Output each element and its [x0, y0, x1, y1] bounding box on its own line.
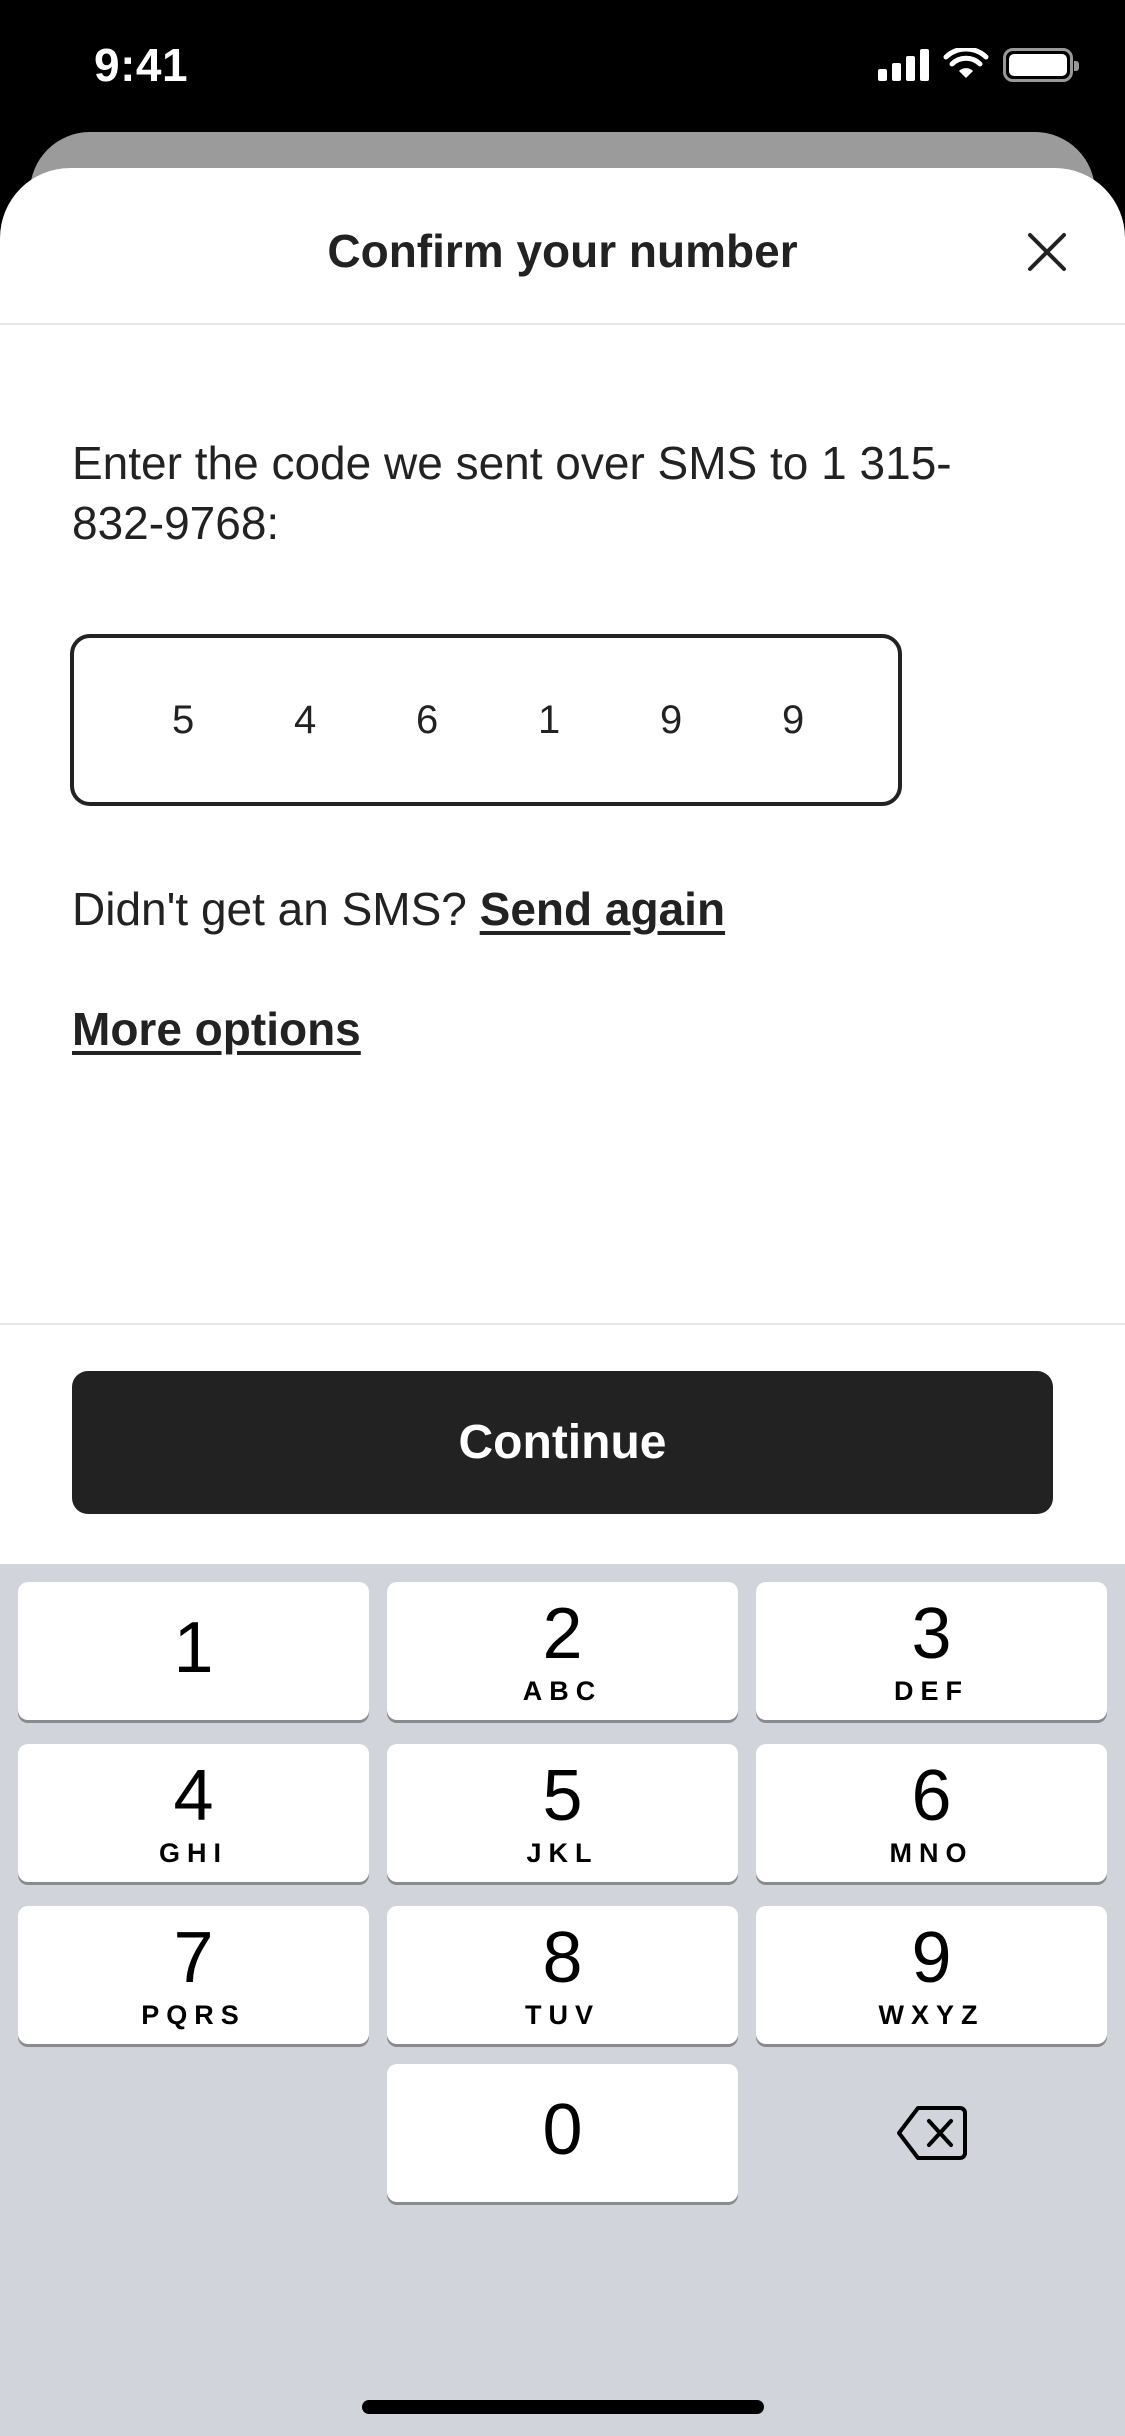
key-5[interactable]: 5 JKL: [387, 1744, 738, 1882]
key-number: 4: [173, 1756, 214, 1836]
code-digit: 4: [294, 697, 317, 742]
code-digit: 9: [782, 697, 805, 742]
key-6[interactable]: 6 MNO: [756, 1744, 1107, 1882]
key-letters: GHI: [158, 1838, 228, 1868]
key-letters: JKL: [526, 1838, 599, 1868]
key-number: 7: [173, 1918, 214, 1998]
close-icon: [1028, 233, 1066, 271]
send-again-link[interactable]: Send again: [480, 883, 725, 935]
verification-code-input[interactable]: 5 4 6 1 9 9: [70, 634, 902, 806]
backspace-icon: [896, 2106, 967, 2160]
cellular-signal-icon: [878, 49, 929, 81]
numeric-keyboard: 1 2 ABC 3 DEF 4 GHI 5 JKL 6 MNO 7 PQRS 8…: [0, 1564, 1125, 2436]
sheet-header: Confirm your number: [0, 168, 1125, 325]
continue-button[interactable]: Continue: [72, 1371, 1053, 1514]
close-button[interactable]: [1011, 216, 1083, 288]
key-number: 8: [542, 1918, 583, 1998]
key-1[interactable]: 1: [18, 1582, 369, 1720]
key-letters: DEF: [894, 1676, 969, 1706]
key-3[interactable]: 3 DEF: [756, 1582, 1107, 1720]
status-time: 9:41: [94, 39, 189, 91]
key-letters: ABC: [522, 1676, 603, 1706]
code-digit: 1: [538, 697, 561, 742]
key-letters: PQRS: [141, 2000, 246, 2030]
confirm-number-sheet: Confirm your number Enter the code we se…: [0, 168, 1125, 1564]
resend-row: Didn't get an SMS? Send again: [72, 882, 725, 936]
key-2[interactable]: 2 ABC: [387, 1582, 738, 1720]
status-bar: 9:41: [0, 0, 1125, 132]
key-number: 0: [542, 2090, 583, 2170]
key-0[interactable]: 0: [387, 2064, 738, 2202]
key-7[interactable]: 7 PQRS: [18, 1906, 369, 2044]
code-digit: 6: [416, 697, 439, 742]
key-number: 6: [911, 1756, 952, 1836]
code-digit: 5: [172, 697, 195, 742]
wifi-icon: [943, 48, 989, 78]
backspace-key[interactable]: [756, 2064, 1107, 2202]
home-indicator: [362, 2400, 764, 2414]
key-letters: MNO: [889, 1838, 974, 1868]
key-letters: TUV: [525, 2000, 600, 2030]
resend-text: Didn't get an SMS?: [72, 883, 467, 935]
key-number: 1: [173, 1608, 214, 1688]
footer-divider: [0, 1323, 1125, 1325]
status-icons: [878, 48, 1079, 82]
key-number: 3: [911, 1594, 952, 1674]
key-8[interactable]: 8 TUV: [387, 1906, 738, 2044]
key-4[interactable]: 4 GHI: [18, 1744, 369, 1882]
sheet-title: Confirm your number: [327, 225, 798, 277]
key-9[interactable]: 9 WXYZ: [756, 1906, 1107, 2044]
sms-prompt: Enter the code we sent over SMS to 1 315…: [72, 437, 952, 549]
key-letters: WXYZ: [878, 2000, 985, 2030]
battery-icon: [1003, 48, 1079, 82]
code-digit: 9: [660, 697, 683, 742]
key-number: 5: [542, 1756, 583, 1836]
more-options-link[interactable]: More options: [72, 1002, 361, 1056]
key-number: 9: [911, 1918, 952, 1998]
key-number: 2: [542, 1594, 583, 1674]
